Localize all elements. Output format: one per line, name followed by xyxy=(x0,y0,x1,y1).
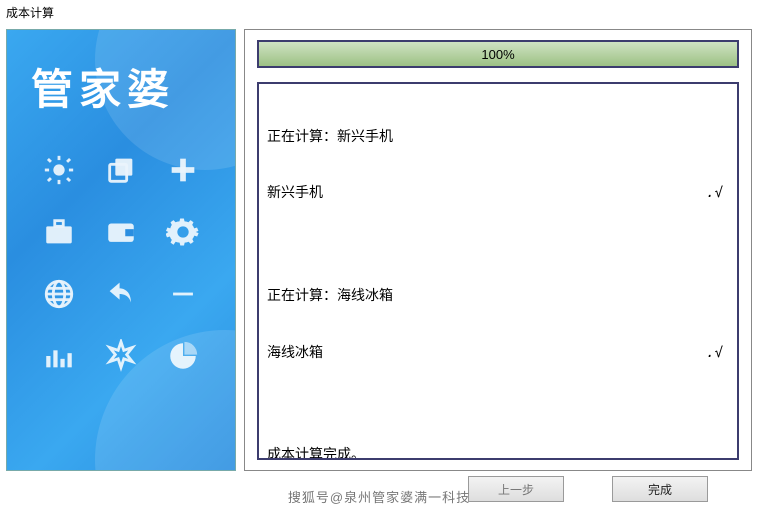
content-panel: 100% 正在计算：新兴手机 新兴手机.√ 正在计算：海线冰箱 海线冰箱.√ 成… xyxy=(244,29,752,471)
log-line: 海线冰箱.√ xyxy=(267,344,729,363)
pie-icon xyxy=(154,327,212,385)
bars-icon xyxy=(30,327,88,385)
briefcase-icon xyxy=(30,203,88,261)
window-title: 成本计算 xyxy=(0,0,758,25)
sidebar: 管家婆 xyxy=(6,29,236,471)
log-box: 正在计算：新兴手机 新兴手机.√ 正在计算：海线冰箱 海线冰箱.√ 成本计算完成… xyxy=(257,82,739,460)
brand-logo: 管家婆 xyxy=(7,30,235,117)
globe-icon xyxy=(30,265,88,323)
wallet-icon xyxy=(92,203,150,261)
undo-icon xyxy=(92,265,150,323)
log-summary: 成本计算完成。 xyxy=(267,446,729,460)
check-icon: .√ xyxy=(706,184,723,203)
dash-icon xyxy=(154,265,212,323)
stack-icon xyxy=(92,141,150,199)
gear-icon xyxy=(154,203,212,261)
prev-button[interactable]: 上一步 xyxy=(468,476,564,502)
sidebar-icon-grid xyxy=(7,141,235,385)
plus-icon xyxy=(154,141,212,199)
finish-button[interactable]: 完成 xyxy=(612,476,708,502)
check-icon: .√ xyxy=(706,344,723,363)
sun-icon xyxy=(30,141,88,199)
progress-bar: 100% xyxy=(257,40,739,68)
progress-label: 100% xyxy=(259,42,737,66)
log-line: 正在计算：新兴手机 xyxy=(267,128,729,147)
main-area: 管家婆 100% 正在计算：新兴手机 新兴手机.√ 正在计算：海线冰箱 海线冰 xyxy=(0,25,758,475)
star-icon xyxy=(92,327,150,385)
log-line: 新兴手机.√ xyxy=(267,184,729,203)
log-line: 正在计算：海线冰箱 xyxy=(267,287,729,306)
button-bar: 上一步 完成 xyxy=(0,472,758,506)
